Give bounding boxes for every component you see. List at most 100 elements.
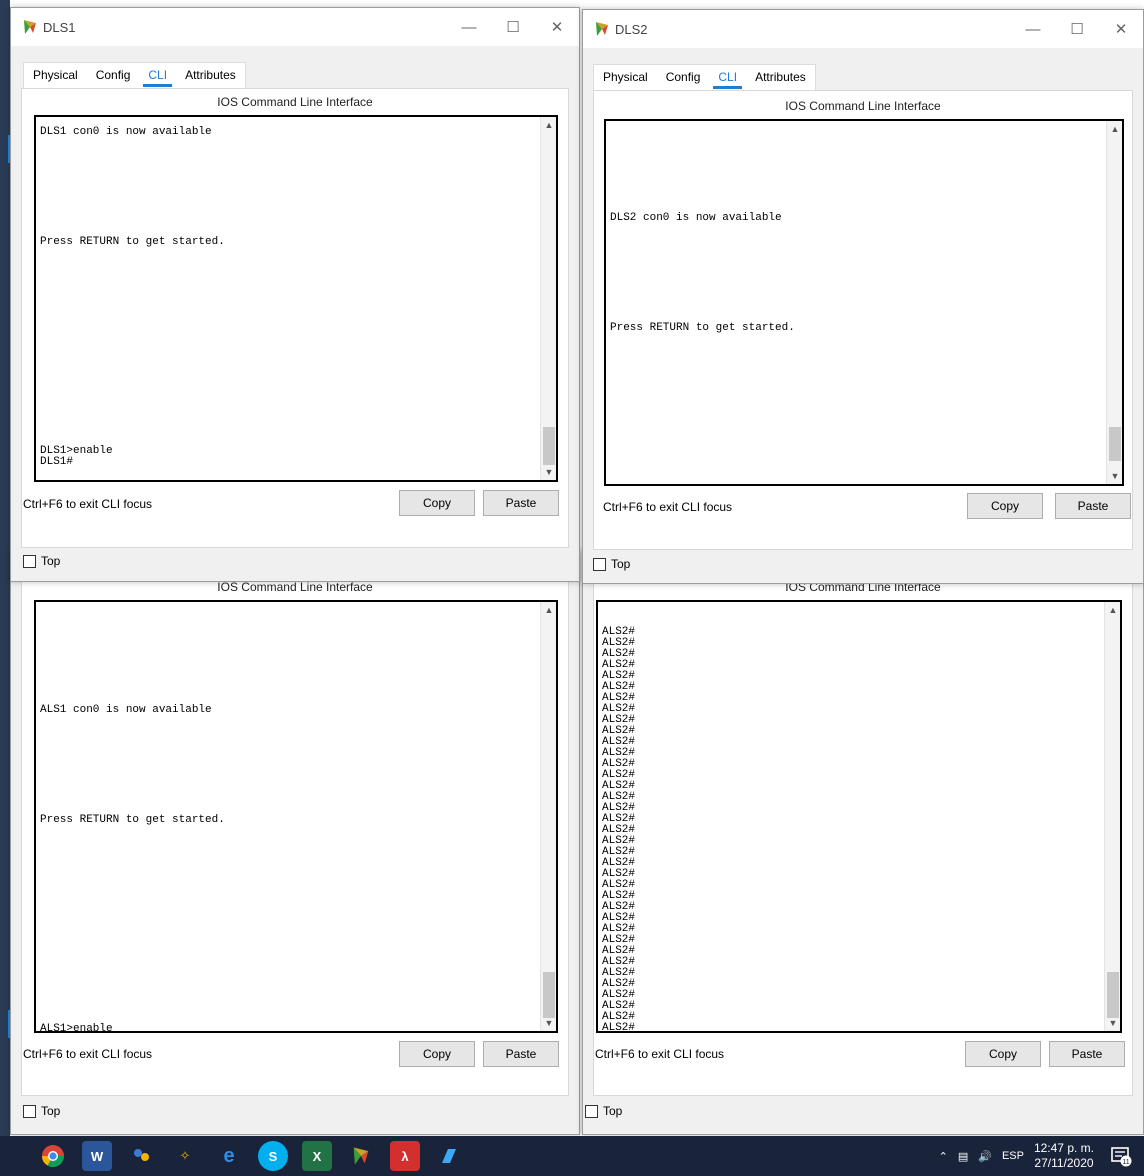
terminal-output: DLS1 con0 is now available Press RETURN … — [40, 126, 225, 468]
scroll-thumb[interactable] — [543, 972, 555, 1018]
top-checkbox[interactable]: Top — [585, 1104, 622, 1118]
scroll-down-icon[interactable]: ▼ — [1107, 468, 1122, 484]
close-icon[interactable]: ✕ — [535, 8, 579, 46]
minimize-icon[interactable]: — — [1011, 10, 1055, 48]
checkbox-box[interactable] — [585, 1104, 598, 1118]
tab-attributes[interactable]: Attributes — [176, 63, 245, 89]
window-controls: — ☐ ✕ — [447, 8, 579, 46]
language-indicator[interactable]: ESP — [1002, 1150, 1024, 1162]
terminal-output: ALS2# ALS2# ALS2# ALS2# ALS2# ALS2# ALS2… — [602, 626, 636, 1033]
maximize-icon[interactable]: ☐ — [491, 8, 535, 46]
top-checkbox[interactable]: Top — [593, 557, 630, 571]
paste-button[interactable]: Paste — [483, 1041, 559, 1067]
cli-focus-hint: Ctrl+F6 to exit CLI focus — [603, 500, 733, 514]
scroll-up-icon[interactable]: ▲ — [541, 602, 556, 618]
terminal-scrollbar[interactable]: ▲ ▼ — [1104, 602, 1120, 1031]
cli-focus-hint: Ctrl+F6 to exit CLI focus — [23, 1047, 153, 1061]
acrobat-icon[interactable]: λ — [390, 1141, 420, 1171]
cli-focus-hint: Ctrl+F6 to exit CLI focus — [23, 497, 153, 511]
copy-button[interactable]: Copy — [967, 493, 1043, 519]
app-icon[interactable] — [434, 1141, 464, 1171]
chrome-icon[interactable] — [38, 1141, 68, 1171]
edge-icon[interactable]: e — [214, 1141, 244, 1171]
scroll-thumb[interactable] — [1107, 972, 1119, 1018]
window-title: DLS1 — [43, 19, 76, 35]
notification-icon[interactable]: 11 — [1108, 1143, 1134, 1169]
tab-config[interactable]: Config — [657, 65, 710, 91]
copy-button[interactable]: Copy — [399, 1041, 475, 1067]
tab-cli[interactable]: CLI — [709, 65, 746, 91]
terminal[interactable]: DLS1 con0 is now available Press RETURN … — [34, 115, 558, 482]
notification-count: 11 — [1122, 1159, 1129, 1166]
excel-icon[interactable]: X — [302, 1141, 332, 1171]
ios-header: IOS Command Line Interface — [217, 95, 373, 109]
packet-icon[interactable]: ✧ — [170, 1141, 200, 1171]
cisco-icon[interactable] — [346, 1141, 376, 1171]
top-label: Top — [41, 1104, 61, 1118]
skype-icon[interactable]: S — [258, 1141, 288, 1171]
top-checkbox[interactable]: Top — [23, 1104, 60, 1118]
terminal-output: ALS1 con0 is now available Press RETURN … — [40, 704, 225, 1033]
window-controls: — ☐ ✕ — [1011, 10, 1143, 48]
close-icon[interactable]: ✕ — [1099, 10, 1143, 48]
checkbox-box[interactable] — [23, 554, 36, 568]
checkbox-box[interactable] — [23, 1104, 36, 1118]
paste-button[interactable]: Paste — [483, 490, 559, 516]
cli-focus-hint: Ctrl+F6 to exit CLI focus — [595, 1047, 725, 1061]
terminal-scrollbar[interactable]: ▲ ▼ — [540, 602, 556, 1031]
clock-time: 12:47 p. m. — [1033, 1141, 1094, 1155]
tab-bar: Physical Config CLI Attributes — [23, 62, 246, 88]
ios-header: IOS Command Line Interface — [217, 580, 373, 594]
system-tray: ⌃ ▤ 🔊 ESP 12:47 p. m. 27/11/2020 11 — [939, 1136, 1144, 1176]
terminal-scrollbar[interactable]: ▲ ▼ — [540, 117, 556, 480]
top-label: Top — [603, 1104, 623, 1118]
window-dls1: DLS1 — ☐ ✕ Physical Config CLI Attribute… — [10, 7, 580, 582]
desktop-edge — [0, 0, 11, 1136]
scroll-down-icon[interactable]: ▼ — [541, 464, 556, 480]
volume-icon[interactable]: 🔊 — [978, 1150, 992, 1163]
scroll-down-icon[interactable]: ▼ — [1105, 1015, 1120, 1031]
checkbox-box[interactable] — [593, 557, 606, 571]
paste-button[interactable]: Paste — [1049, 1041, 1125, 1067]
tab-attributes[interactable]: Attributes — [746, 65, 815, 91]
people-icon[interactable] — [126, 1141, 156, 1171]
minimize-icon[interactable]: — — [447, 8, 491, 46]
cli-panel: IOS Command Line Interface DLS2 con0 is … — [593, 90, 1133, 550]
scroll-thumb[interactable] — [1109, 427, 1121, 461]
tab-physical[interactable]: Physical — [24, 63, 87, 89]
top-checkbox[interactable]: Top — [23, 554, 60, 568]
window-dls2: DLS2 — ☐ ✕ Physical Config CLI Attribute… — [582, 9, 1144, 584]
scroll-up-icon[interactable]: ▲ — [1105, 602, 1120, 618]
copy-button[interactable]: Copy — [965, 1041, 1041, 1067]
chevron-up-icon[interactable]: ⌃ — [939, 1150, 948, 1163]
top-label: Top — [41, 554, 61, 568]
word-icon[interactable]: W — [82, 1141, 112, 1171]
terminal[interactable]: DLS2 con0 is now available Press RETURN … — [604, 119, 1124, 486]
maximize-icon[interactable]: ☐ — [1055, 10, 1099, 48]
terminal-scrollbar[interactable]: ▲ ▼ — [1106, 121, 1122, 484]
scroll-thumb[interactable] — [543, 427, 555, 465]
paste-button[interactable]: Paste — [1055, 493, 1131, 519]
terminal[interactable]: ALS1 con0 is now available Press RETURN … — [34, 600, 558, 1033]
taskbar: W ✧ e S X λ ⌃ ▤ 🔊 ESP 12:47 p. m. 27/11/… — [0, 1136, 1144, 1176]
tab-cli[interactable]: CLI — [139, 63, 176, 89]
top-label: Top — [611, 557, 631, 571]
clock-date: 27/11/2020 — [1034, 1156, 1094, 1170]
title-bar[interactable]: DLS1 — ☐ ✕ — [11, 8, 579, 46]
copy-button[interactable]: Copy — [399, 490, 475, 516]
tab-physical[interactable]: Physical — [594, 65, 657, 91]
tab-config[interactable]: Config — [87, 63, 140, 89]
network-icon[interactable]: ▤ — [958, 1150, 968, 1163]
scroll-up-icon[interactable]: ▲ — [541, 117, 556, 133]
window-als1: IOS Command Line Interface ALS1 con0 is … — [10, 550, 580, 1135]
terminal-output: DLS2 con0 is now available Press RETURN … — [610, 212, 795, 334]
window-als2: IOS Command Line Interface ALS2# ALS2# A… — [582, 550, 1144, 1135]
scroll-up-icon[interactable]: ▲ — [1107, 121, 1122, 137]
scroll-down-icon[interactable]: ▼ — [541, 1015, 556, 1031]
terminal[interactable]: ALS2# ALS2# ALS2# ALS2# ALS2# ALS2# ALS2… — [596, 600, 1122, 1033]
packet-tracer-icon — [596, 22, 608, 36]
cli-panel: IOS Command Line Interface DLS1 con0 is … — [21, 88, 569, 548]
clock[interactable]: 12:47 p. m. 27/11/2020 — [1034, 1141, 1094, 1171]
cli-panel: IOS Command Line Interface ALS1 con0 is … — [21, 571, 569, 1096]
title-bar[interactable]: DLS2 — ☐ ✕ — [583, 10, 1143, 48]
